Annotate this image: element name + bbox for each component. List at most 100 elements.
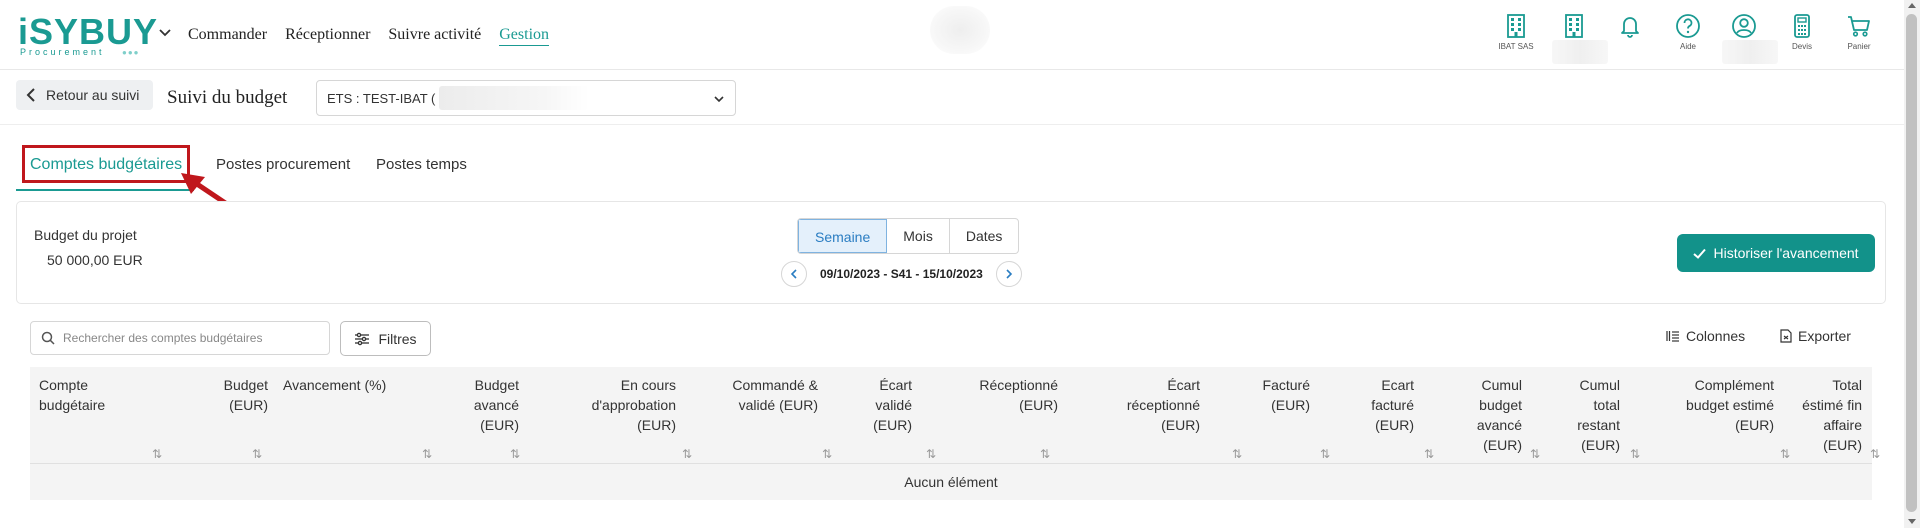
period-mois[interactable]: Mois [887, 219, 950, 253]
budget-accounts-table: Compte budgétaire ⇅ Budget (EUR) ⇅ Avanc… [30, 367, 1880, 500]
help-icon [1676, 14, 1700, 38]
annotation-highlight-box [22, 145, 190, 183]
col-compte-budgetaire[interactable]: Compte budgétaire ⇅ [39, 375, 165, 461]
scroll-down-arrow[interactable] [1908, 519, 1916, 524]
empty-table-message: Aucun élément [30, 464, 1872, 500]
tab-postes-temps[interactable]: Postes temps [376, 140, 467, 190]
columns-label: Colonnes [1686, 328, 1746, 344]
period-selector: Semaine Mois Dates [797, 218, 1020, 254]
nav-suivre-activite[interactable]: Suivre activité [388, 25, 481, 46]
help-label: Aide [1679, 42, 1696, 51]
columns-icon [1666, 331, 1679, 342]
period-range: 09/10/2023 - S41 - 15/10/2023 [820, 267, 983, 281]
blurred-establishment [439, 86, 590, 110]
logo-subtitle: Procurement [20, 47, 105, 57]
top-header: iSYBUY Procurement ●●● Commander Récepti… [0, 0, 1904, 70]
notifications-button[interactable] [1602, 12, 1658, 60]
sort-icon[interactable]: ⇅ [1316, 447, 1330, 461]
logo-dots: ●●● [122, 48, 140, 57]
period-dates[interactable]: Dates [950, 219, 1019, 253]
col-facture[interactable]: Facturé (EUR) ⇅ [1230, 375, 1330, 461]
building-icon [1565, 14, 1583, 38]
col-budget-avance[interactable]: Budget avancé (EUR) ⇅ [430, 375, 520, 461]
col-receptionne[interactable]: Réceptionné (EUR) ⇅ [930, 375, 1058, 461]
sort-icon[interactable]: ⇅ [1776, 447, 1790, 461]
page-subbar: Retour au suivi Suivi du budget ETS : TE… [0, 71, 1904, 125]
col-commande-valide[interactable]: Commandé & validé (EUR) ⇅ [698, 375, 832, 461]
nav-receptionner[interactable]: Réceptionner [285, 25, 370, 46]
historize-label: Historiser l'avancement [1713, 245, 1859, 261]
budget-label: Budget du projet [34, 227, 137, 243]
cart-label: Panier [1847, 42, 1871, 51]
building-icon [1507, 14, 1525, 38]
date-navigator: 09/10/2023 - S41 - 15/10/2023 [781, 260, 1022, 288]
establishment-select[interactable]: ETS : TEST-IBAT ( [316, 80, 736, 116]
scrollbar-thumb[interactable] [1906, 14, 1917, 512]
logo-text: iSYBUY [18, 11, 159, 52]
company-switcher[interactable]: IBAT SAS [1488, 12, 1544, 60]
help-button[interactable]: Aide [1660, 12, 1716, 60]
calculator-icon [1794, 14, 1810, 38]
period-semaine[interactable]: Semaine [798, 219, 888, 253]
columns-button[interactable]: Colonnes [1666, 328, 1745, 344]
back-label: Retour au suivi [46, 87, 140, 103]
sort-icon[interactable]: ⇅ [1036, 447, 1050, 461]
col-total-estime[interactable]: Total éstimé fin affaire (EUR) ⇅ [1790, 375, 1880, 461]
chevron-right-icon [1006, 269, 1012, 279]
chevron-left-icon [790, 269, 797, 279]
user-icon [1732, 14, 1756, 38]
quotes-label: Devis [1791, 42, 1812, 51]
export-button[interactable]: Exporter [1780, 328, 1851, 344]
establishment-value: ETS : TEST-IBAT ( [327, 90, 436, 106]
sort-icon[interactable]: ⇅ [678, 447, 692, 461]
active-tab-underline [16, 189, 194, 191]
col-complement-budget[interactable]: Complément budget estimé (EUR) ⇅ [1630, 375, 1790, 461]
page-title: Suivi du budget [167, 87, 288, 108]
sort-icon[interactable]: ⇅ [152, 447, 166, 461]
col-en-cours-approbation[interactable]: En cours d'approbation (EUR) ⇅ [550, 375, 692, 461]
chevron-left-icon [26, 88, 35, 102]
filters-button[interactable]: Filtres [340, 321, 431, 356]
col-ecart-receptionne[interactable]: Écart réceptionné (EUR) ⇅ [1080, 375, 1242, 461]
sort-icon[interactable]: ⇅ [506, 447, 520, 461]
search-input[interactable] [63, 331, 313, 345]
col-ecart-facture[interactable]: Ecart facturé (EUR) ⇅ [1330, 375, 1434, 461]
budget-value: 50 000,00 EUR [47, 252, 143, 268]
table-header: Compte budgétaire ⇅ Budget (EUR) ⇅ Avanc… [30, 367, 1880, 464]
cart-icon [1848, 16, 1870, 37]
blurred-username [1722, 40, 1778, 64]
quotes-button[interactable]: Devis [1774, 12, 1830, 60]
main-nav: Commander Réceptionner Suivre activité G… [188, 25, 567, 46]
export-file-icon [1780, 329, 1792, 343]
col-cumul-total-restant[interactable]: Cumul total restant (EUR) ⇅ [1540, 375, 1640, 461]
col-avancement[interactable]: Avancement (%) ⇅ [283, 375, 443, 461]
company-label: IBAT SAS [1498, 42, 1534, 51]
account-search [30, 321, 330, 355]
isybuy-logo[interactable]: iSYBUY Procurement ●●● [18, 14, 157, 58]
chevron-down-icon[interactable] [158, 26, 172, 40]
search-icon [41, 331, 55, 345]
nav-gestion[interactable]: Gestion [499, 25, 550, 46]
budget-summary-card: Budget du projet 50 000,00 EUR Semaine M… [16, 201, 1886, 304]
back-to-tracking-button[interactable]: Retour au suivi [16, 80, 154, 110]
export-label: Exporter [1798, 328, 1851, 344]
sort-icon[interactable]: ⇅ [1526, 447, 1540, 461]
sort-icon[interactable]: ⇅ [1866, 447, 1880, 461]
col-cumul-budget-avance[interactable]: Cumul budget avancé (EUR) ⇅ [1430, 375, 1540, 461]
filters-label: Filtres [378, 330, 417, 347]
sliders-icon [355, 332, 370, 345]
sort-icon[interactable]: ⇅ [248, 447, 262, 461]
col-budget[interactable]: Budget (EUR) ⇅ [170, 375, 268, 461]
blurred-area [930, 6, 990, 54]
historize-progress-button[interactable]: Historiser l'avancement [1677, 234, 1875, 272]
bell-icon [1621, 17, 1639, 38]
cart-button[interactable]: Panier [1831, 12, 1887, 60]
previous-period-button[interactable] [781, 261, 807, 287]
sort-icon[interactable]: ⇅ [818, 447, 832, 461]
blurred-label [1552, 40, 1608, 64]
check-icon [1693, 248, 1707, 259]
scroll-up-arrow[interactable] [1908, 3, 1916, 8]
nav-commander[interactable]: Commander [188, 25, 267, 46]
col-ecart-valide[interactable]: Écart validé (EUR) ⇅ [842, 375, 936, 461]
next-period-button[interactable] [995, 261, 1022, 287]
